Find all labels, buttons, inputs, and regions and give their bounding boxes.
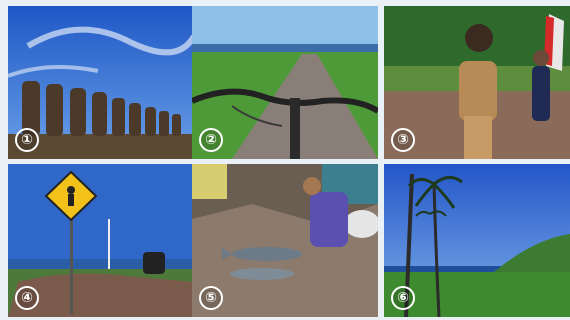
photo-grid: ① ② ③ ④ ⑤ ⑥	[0, 0, 570, 320]
photo-number-badge: ⑤	[199, 286, 223, 310]
photo-road-sign: ④	[8, 164, 194, 317]
photo-moai-statues: ①	[8, 6, 194, 159]
photo-number-badge: ②	[199, 128, 223, 152]
photo-fisherman: ⑤	[192, 164, 378, 317]
photo-number-badge: ④	[15, 286, 39, 310]
photo-palm-beach: ⑥	[384, 164, 570, 317]
photo-number-badge: ③	[391, 128, 415, 152]
photo-bicycle-road: ②	[192, 6, 378, 159]
photo-number-badge: ①	[15, 128, 39, 152]
photo-costumed-man: ③	[384, 6, 570, 159]
photo-number-badge: ⑥	[391, 286, 415, 310]
